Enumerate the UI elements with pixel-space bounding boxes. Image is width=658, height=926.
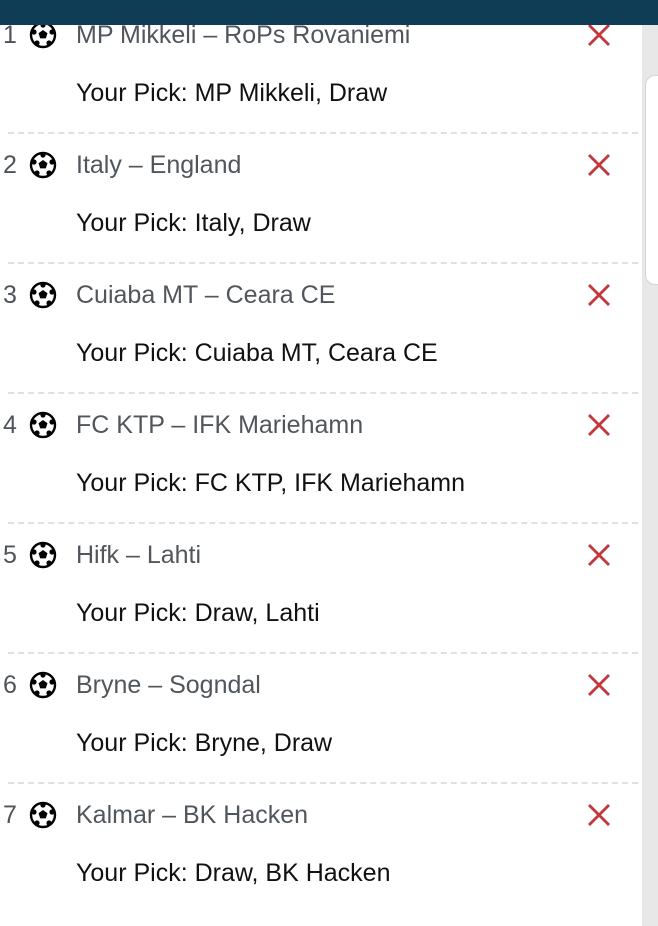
pick-item: 4 FC KTP – IFK Mariehamn Your Pick: FC K… <box>0 410 642 540</box>
soccer-ball-icon <box>29 541 57 569</box>
pick-number: 2 <box>3 151 17 179</box>
close-icon[interactable] <box>584 150 614 180</box>
header-bar-overlay <box>0 0 658 25</box>
pick-number: 7 <box>3 801 17 829</box>
divider <box>8 782 638 784</box>
pick-number: 4 <box>3 411 17 439</box>
pick-item: 3 Cuiaba MT – Ceara CE Your Pick: Cuiaba… <box>0 280 642 410</box>
pick-number: 3 <box>3 281 17 309</box>
your-pick-text: Your Pick: Draw, Lahti <box>76 599 320 627</box>
match-title: Bryne – Sogndal <box>76 671 261 699</box>
close-icon[interactable] <box>584 670 614 700</box>
divider <box>8 652 638 654</box>
close-icon[interactable] <box>584 410 614 440</box>
soccer-ball-icon <box>29 671 57 699</box>
bet-slip-screen: 1 MP Mikkeli – RoPs Rovaniemi Your Pick:… <box>0 0 658 926</box>
your-pick-text: Your Pick: MP Mikkeli, Draw <box>76 79 388 107</box>
divider <box>8 262 638 264</box>
pick-number: 6 <box>3 671 17 699</box>
divider <box>8 522 638 524</box>
scrollbar-thumb[interactable] <box>645 75 658 285</box>
divider <box>8 132 638 134</box>
pick-item: 5 Hifk – Lahti Your Pick: Draw, Lahti <box>0 540 642 670</box>
your-pick-text: Your Pick: Cuiaba MT, Ceara CE <box>76 339 438 367</box>
pick-item: 1 MP Mikkeli – RoPs Rovaniemi Your Pick:… <box>0 20 642 150</box>
close-icon[interactable] <box>584 540 614 570</box>
pick-item: 6 Bryne – Sogndal Your Pick: Bryne, Draw <box>0 670 642 800</box>
pick-number: 5 <box>3 541 17 569</box>
your-pick-text: Your Pick: Italy, Draw <box>76 209 311 237</box>
your-pick-text: Your Pick: Bryne, Draw <box>76 729 333 757</box>
match-title: Kalmar – BK Hacken <box>76 801 309 829</box>
soccer-ball-icon <box>29 411 57 439</box>
soccer-ball-icon <box>29 281 57 309</box>
soccer-ball-icon <box>29 801 57 829</box>
match-title: FC KTP – IFK Mariehamn <box>76 411 364 439</box>
your-pick-text: Your Pick: Draw, BK Hacken <box>76 859 391 887</box>
soccer-ball-icon <box>29 151 57 179</box>
your-pick-text: Your Pick: FC KTP, IFK Mariehamn <box>76 469 466 497</box>
close-icon[interactable] <box>584 800 614 830</box>
pick-item: 2 Italy – England Your Pick: Italy, Draw <box>0 150 642 280</box>
match-title: Italy – England <box>76 151 242 179</box>
match-title: Cuiaba MT – Ceara CE <box>76 281 336 309</box>
pick-item: 7 Kalmar – BK Hacken Your Pick: Draw, BK… <box>0 800 642 926</box>
close-icon[interactable] <box>584 280 614 310</box>
match-title: Hifk – Lahti <box>76 541 202 569</box>
divider <box>8 392 638 394</box>
